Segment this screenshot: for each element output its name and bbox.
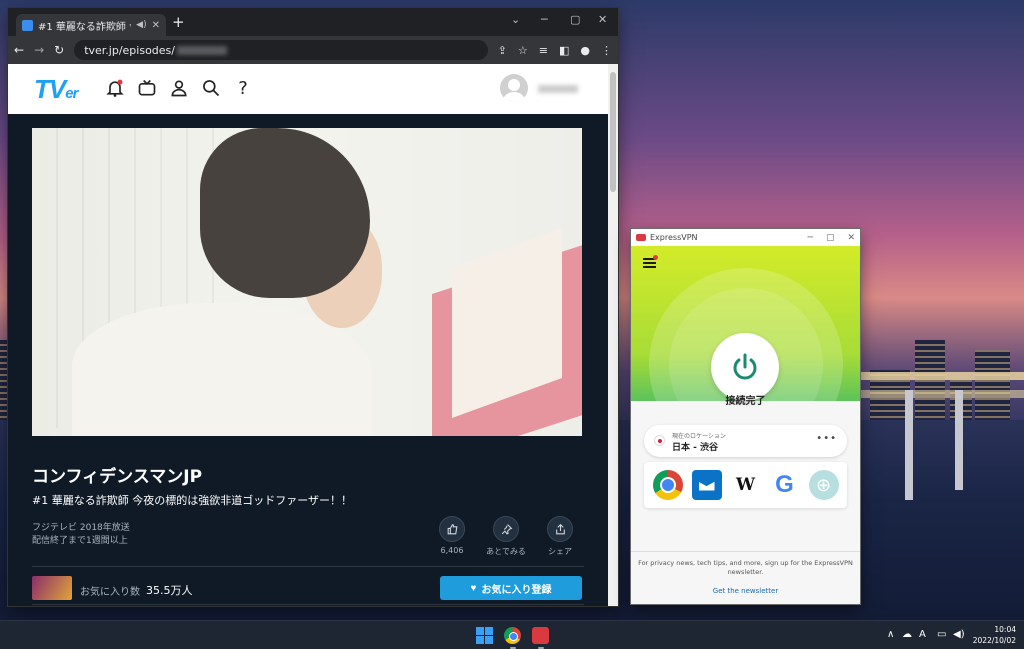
notification-bell-icon[interactable] [104,77,126,99]
tver-favicon-icon [22,19,33,31]
mail-icon[interactable] [691,470,722,500]
notification-dot [653,255,658,260]
profile-icon[interactable]: ● [580,44,590,57]
browser-menu-icon[interactable]: ⋮ [601,44,612,57]
newsletter-text: For privacy news, tech tips, and more, s… [638,559,853,576]
heart-icon: ♥ [470,582,477,594]
favorite-count: 35.5万人 [146,584,193,597]
availability-info: 配信終了まで1週間以上 [32,536,128,546]
taskbar: ∧ ☁ A ▭ ◀) 10:04 2022/10/02 [0,620,1024,649]
help-icon[interactable]: ? [232,77,254,99]
chrome-taskbar-icon[interactable] [504,627,521,644]
browser-tabbar: #1 華麗なる詐欺師 今夜の標的 ◀) ✕ + ⌄ ─ ▢ ✕ [8,8,618,36]
expressvpn-logo-icon [636,234,646,241]
close-window-icon[interactable]: ✕ [847,233,855,243]
close-window-icon[interactable]: ✕ [598,13,607,26]
tver-header: TVer ? [8,64,608,114]
location-name: 日本 - 渋谷 [672,443,719,453]
minimize-icon[interactable]: ─ [808,233,813,243]
power-button[interactable] [711,333,779,401]
avatar[interactable] [500,74,528,102]
expressvpn-window: ExpressVPN ─ ▢ ✕ 接続完了 現在のロケーション 日本 - 渋谷 … [631,229,860,604]
tab-title: #1 華麗なる詐欺師 今夜の標的 [38,21,131,33]
minimize-icon[interactable]: ─ [541,13,548,26]
system-clock[interactable]: 10:04 2022/10/02 [973,624,1016,646]
episode-title: #1 華麗なる詐欺師 今夜の標的は強欲非道ゴッドファーザー！！ [32,494,352,507]
reload-icon[interactable]: ↻ [54,43,64,57]
tab-search-icon[interactable]: ⌄ [511,13,520,26]
watch-later-label: あとでみる [486,547,526,556]
location-label: 現在のロケーション [672,433,726,440]
address-text: tver.jp/episodes/ [84,43,175,57]
favorite-register-button[interactable]: ♥ お気に入り登録 [440,576,582,600]
share-page-icon[interactable]: ⇪ [498,44,507,57]
expressvpn-taskbar-icon[interactable] [532,627,549,644]
app-shortcuts: W G ⊕ [644,462,847,508]
clock-date: 2022/10/02 [972,636,1016,645]
browser-toolbar: ← → ↻ tver.jp/episodes/ ⇪ ☆ ≡ ◧ ● ⋮ [8,36,618,64]
bookmark-star-icon[interactable]: ☆ [518,44,528,57]
divider [32,566,584,567]
address-bar[interactable]: tver.jp/episodes/ [74,40,488,60]
broadcaster-info: フジテレビ 2018年放送 [32,523,130,533]
side-panel-icon[interactable]: ◧ [559,44,569,57]
address-blurred [177,45,227,55]
power-icon [733,353,757,380]
reading-list-icon[interactable]: ≡ [539,44,548,57]
share-label: シェア [548,547,572,556]
add-shortcut-icon[interactable]: ⊕ [808,470,839,500]
network-icon[interactable]: ▭ [937,629,946,640]
like-count: 6,406 [440,546,464,555]
newsletter-link[interactable]: Get the newsletter [631,587,860,595]
new-tab-button[interactable]: + [172,13,185,31]
chrome-icon[interactable] [652,470,683,500]
video-player[interactable] [32,128,582,436]
maximize-icon[interactable]: ▢ [826,233,835,243]
episode-meta: フジテレビ 2018年放送 配信終了まで1週間以上 [32,522,130,548]
start-button-icon[interactable] [476,627,493,644]
tab-audio-icon: ◀) [136,20,147,30]
ime-indicator[interactable]: A [919,629,926,640]
share-icon [555,523,565,534]
maximize-icon[interactable]: ▢ [570,13,580,26]
tv-icon[interactable] [136,77,158,99]
vpn-app-title: ExpressVPN [650,233,698,242]
series-thumbnail[interactable] [32,576,72,600]
tver-player-area: コンフィデンスマンJP #1 華麗なる詐欺師 今夜の標的は強欲非道ゴッドファーザ… [8,114,608,606]
share-button[interactable]: シェア [540,516,580,557]
vpn-titlebar: ExpressVPN ─ ▢ ✕ [631,229,860,246]
mypage-icon[interactable] [168,77,190,99]
divider [631,551,860,552]
page-scrollbar[interactable] [608,64,618,606]
watch-later-button[interactable]: あとでみる [486,516,526,557]
user-name-blurred [538,85,578,93]
thumbs-up-icon [447,523,457,534]
back-icon[interactable]: ← [14,43,24,57]
more-options-icon[interactable]: ••• [816,433,837,444]
forward-icon[interactable]: → [34,43,44,57]
pin-icon [501,523,512,535]
show-hidden-icons-icon[interactable]: ∧ [887,629,894,640]
search-icon[interactable] [200,77,222,99]
japan-flag-icon [654,435,665,446]
wikipedia-icon[interactable]: W [731,470,761,500]
location-picker[interactable]: 現在のロケーション 日本 - 渋谷 ••• [644,425,847,457]
scrollbar-thumb[interactable] [610,72,616,192]
browser-window: #1 華麗なる詐欺師 今夜の標的 ◀) ✕ + ⌄ ─ ▢ ✕ ← → ↻ tv… [8,8,618,606]
clock-time: 10:04 [994,625,1016,634]
browser-tab[interactable]: #1 華麗なる詐欺師 今夜の標的 ◀) ✕ [16,14,166,36]
volume-icon[interactable]: ◀) [953,629,965,640]
close-tab-icon[interactable]: ✕ [152,20,160,31]
google-icon[interactable]: G [770,470,800,500]
divider [32,604,584,605]
like-button[interactable]: 6,406 [432,516,472,555]
show-title[interactable]: コンフィデンスマンJP [32,462,202,487]
connection-status: 接続完了 [725,396,766,407]
tver-logo[interactable]: TVer [34,74,78,105]
favorite-label: お気に入り数 [80,587,140,598]
onedrive-cloud-icon[interactable]: ☁ [902,629,912,640]
